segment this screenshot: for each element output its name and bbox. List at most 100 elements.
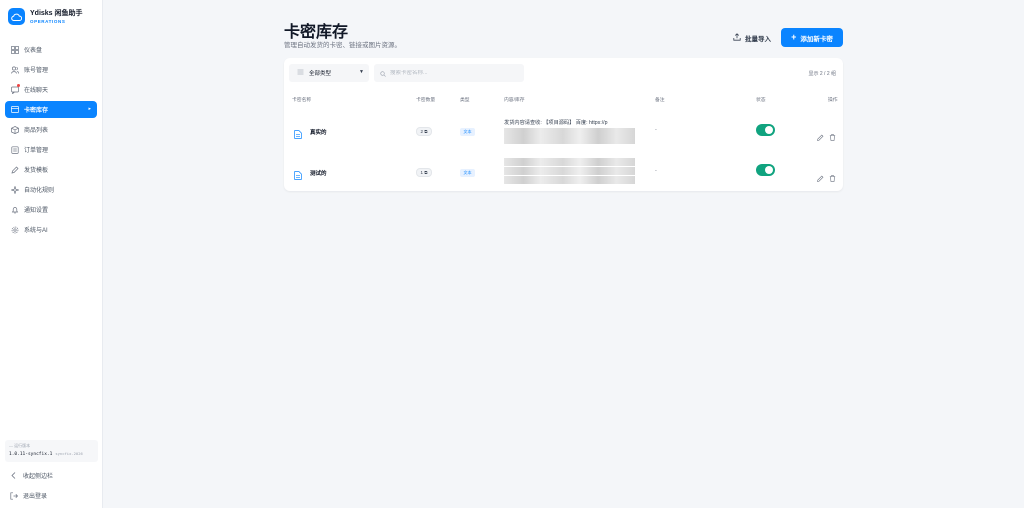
version-info: — 运行版本 1.0.11-syncfix.1 syncfix-2026 bbox=[5, 440, 98, 462]
collapse-sidebar-label: 收起侧边栏 bbox=[23, 474, 54, 480]
stock-count-badge[interactable]: 2 ⧉ bbox=[416, 127, 432, 136]
version-tag: syncfix-2026 bbox=[55, 451, 83, 456]
document-icon bbox=[294, 167, 302, 180]
document-icon bbox=[294, 126, 302, 139]
bulk-import-button[interactable]: 批量导入 bbox=[727, 29, 777, 47]
sidebar-item-dashboard[interactable]: 仪表盘 bbox=[5, 41, 97, 58]
blurred-content bbox=[504, 167, 635, 175]
inventory-card: 全部类型 ▼ 显示 2 / 2 组 卡密名称 卡密数量 类型 内容/库存 备注 … bbox=[284, 58, 843, 191]
stock-count: 1 bbox=[420, 170, 424, 175]
sidebar-item-accounts[interactable]: 账号管理 bbox=[5, 61, 97, 78]
add-card-label: 添加新卡密 bbox=[800, 35, 833, 43]
box-icon bbox=[10, 125, 19, 134]
collapse-sidebar-button[interactable]: 收起侧边栏 bbox=[9, 471, 53, 480]
sidebar-item-products[interactable]: 商品列表 bbox=[5, 121, 97, 138]
card-name: 真实的 bbox=[310, 130, 327, 136]
cloud-logo-icon bbox=[8, 8, 25, 25]
blurred-content bbox=[504, 128, 635, 136]
sidebar-item-card-inventory[interactable]: 卡密库存 ▸ bbox=[5, 101, 97, 118]
blurred-content bbox=[504, 176, 635, 184]
copy-icon: ⧉ bbox=[424, 170, 428, 175]
add-card-button[interactable]: + 添加新卡密 bbox=[781, 28, 843, 47]
blurred-content bbox=[504, 136, 635, 144]
column-header-actions: 操作 bbox=[828, 98, 838, 103]
brand-name: Ydisks 闲鱼助手 bbox=[30, 9, 83, 17]
content-preview: 发货内容请查收: 【项目源码】 百度: https://p bbox=[504, 120, 608, 126]
remark-text: - bbox=[655, 168, 657, 174]
sidebar-item-label: 通知设置 bbox=[24, 208, 49, 214]
upload-icon bbox=[733, 33, 741, 43]
logout-button[interactable]: 退出登录 bbox=[9, 491, 47, 500]
sidebar-item-orders[interactable]: 订单管理 bbox=[5, 141, 97, 158]
result-count: 显示 2 / 2 组 bbox=[808, 71, 836, 77]
plus-icon: + bbox=[791, 32, 797, 42]
sidebar-item-label: 账号管理 bbox=[24, 68, 49, 74]
sidebar-item-system-ai[interactable]: 系统与AI bbox=[5, 221, 97, 238]
order-icon bbox=[10, 145, 19, 154]
delete-icon[interactable] bbox=[829, 169, 836, 182]
sidebar-item-label: 发货模板 bbox=[24, 168, 49, 174]
card-icon bbox=[10, 105, 19, 114]
column-header-type: 类型 bbox=[460, 98, 470, 103]
stock-count-badge[interactable]: 1 ⧉ bbox=[416, 168, 432, 177]
users-icon bbox=[10, 65, 19, 74]
column-header-remark: 备注 bbox=[655, 98, 665, 103]
delete-icon[interactable] bbox=[829, 128, 836, 141]
sidebar-item-delivery-templates[interactable]: 发货模板 bbox=[5, 161, 97, 178]
bell-icon bbox=[10, 205, 19, 214]
version-line: 1.0.11-syncfix.1 syncfix-2026 bbox=[9, 451, 94, 457]
brand[interactable]: Ydisks 闲鱼助手 OPERATIONS bbox=[8, 8, 83, 25]
search-input[interactable] bbox=[390, 70, 520, 76]
column-header-stock: 卡密数量 bbox=[416, 98, 436, 103]
version-number: 1.0.11-syncfix.1 bbox=[9, 452, 53, 457]
dashboard-icon bbox=[10, 45, 19, 54]
chevron-down-icon: ▼ bbox=[359, 69, 364, 75]
template-icon bbox=[10, 165, 19, 174]
bulk-import-label: 批量导入 bbox=[745, 36, 771, 43]
brand-subtitle: OPERATIONS bbox=[30, 18, 66, 24]
table-row: 测试的 1 ⧉ 文本 - bbox=[284, 151, 843, 191]
search-icon bbox=[380, 64, 386, 82]
automation-icon bbox=[10, 185, 19, 194]
filter-icon bbox=[297, 69, 304, 77]
type-tag: 文本 bbox=[460, 128, 475, 136]
sidebar-item-label: 仪表盘 bbox=[24, 48, 43, 54]
sidebar-item-notifications[interactable]: 通知设置 bbox=[5, 201, 97, 218]
logout-label: 退出登录 bbox=[23, 494, 48, 500]
sidebar-item-label: 自动化规则 bbox=[24, 188, 55, 194]
gear-icon bbox=[10, 225, 19, 234]
card-name: 测试的 bbox=[310, 171, 327, 177]
blurred-content bbox=[504, 158, 635, 166]
status-toggle[interactable] bbox=[756, 164, 775, 176]
search-box[interactable] bbox=[374, 64, 524, 82]
copy-icon: ⧉ bbox=[424, 129, 428, 134]
column-header-content: 内容/库存 bbox=[504, 98, 525, 103]
sidebar-item-chat[interactable]: 在线聊天 bbox=[5, 81, 97, 98]
table-row: 真实的 2 ⧉ 文本 发货内容请查收: 【项目源码】 百度: https://p… bbox=[284, 110, 843, 150]
sidebar: Ydisks 闲鱼助手 OPERATIONS 仪表盘 账号管理 在线聊天 卡密库… bbox=[0, 0, 103, 508]
type-tag: 文本 bbox=[460, 169, 475, 177]
sidebar-item-label: 系统与AI bbox=[24, 228, 48, 234]
sidebar-item-label: 订单管理 bbox=[24, 148, 49, 154]
sidebar-item-label: 卡密库存 bbox=[24, 108, 49, 114]
logout-icon bbox=[9, 491, 18, 500]
type-filter-select[interactable]: 全部类型 ▼ bbox=[289, 64, 369, 82]
type-filter-value: 全部类型 bbox=[309, 71, 332, 77]
edit-icon[interactable] bbox=[817, 128, 824, 141]
notification-dot bbox=[17, 84, 20, 87]
sidebar-item-label: 在线聊天 bbox=[24, 88, 49, 94]
page-description: 管理自动发货的卡密、链接或图片资源。 bbox=[284, 42, 401, 49]
column-header-status: 状态 bbox=[756, 98, 766, 103]
sidebar-item-label: 商品列表 bbox=[24, 128, 49, 134]
toolbar: 全部类型 ▼ 显示 2 / 2 组 bbox=[289, 64, 838, 82]
sidebar-nav: 仪表盘 账号管理 在线聊天 卡密库存 ▸ 商品列表 订单管理 发货模板 自动化规… bbox=[5, 41, 97, 241]
remark-text: - bbox=[655, 127, 657, 133]
version-label: — 运行版本 bbox=[9, 443, 31, 448]
status-toggle[interactable] bbox=[756, 124, 775, 136]
column-header-name: 卡密名称 bbox=[292, 98, 312, 103]
chevron-left-icon bbox=[9, 472, 18, 479]
chevron-right-icon: ▸ bbox=[88, 106, 91, 112]
sidebar-item-automation[interactable]: 自动化规则 bbox=[5, 181, 97, 198]
edit-icon[interactable] bbox=[817, 169, 824, 182]
stock-count: 2 bbox=[420, 129, 424, 134]
